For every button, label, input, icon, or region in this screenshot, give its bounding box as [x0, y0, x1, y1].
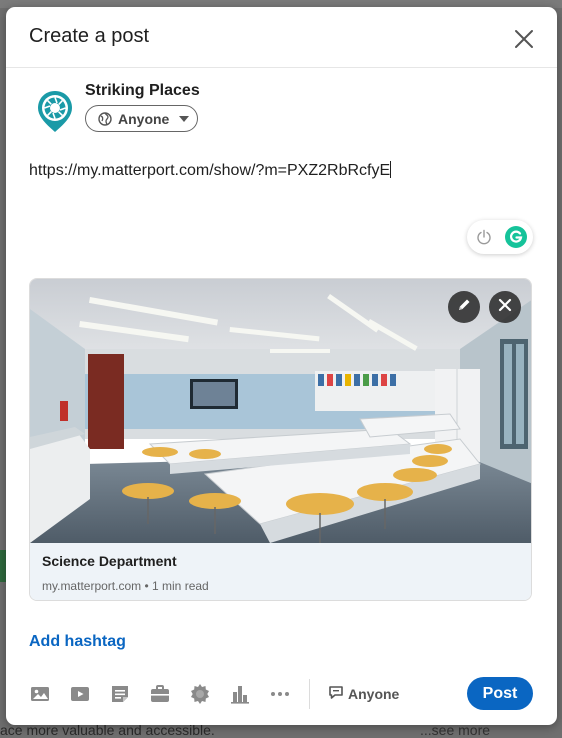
preview-source: my.matterport.com — [42, 579, 142, 593]
comment-setting-label: Anyone — [348, 685, 400, 702]
grammarly-widget[interactable] — [467, 220, 533, 254]
comment-icon — [328, 684, 344, 703]
create-post-dialog: Create a post Striking Places Anyone htt… — [6, 7, 557, 725]
edit-preview-button[interactable] — [448, 291, 480, 323]
more-icon[interactable] — [269, 683, 291, 705]
poll-icon[interactable] — [229, 683, 251, 705]
celebrate-icon[interactable] — [189, 683, 211, 705]
author-avatar — [36, 89, 74, 133]
preview-subtitle: my.matterport.com • 1 min read — [42, 579, 209, 593]
close-icon — [498, 298, 512, 317]
document-icon[interactable] — [109, 683, 131, 705]
dialog-header: Create a post — [6, 7, 557, 68]
visibility-label: Anyone — [118, 110, 170, 127]
preview-separator: • — [141, 579, 153, 593]
toolbar-divider — [309, 679, 310, 709]
link-preview-card[interactable]: Science Department my.matterport.com • 1… — [29, 278, 532, 601]
photo-icon[interactable] — [29, 683, 51, 705]
post-text-input[interactable]: https://my.matterport.com/show/?m=PXZ2Rb… — [29, 161, 392, 180]
preview-read-time: 1 min read — [152, 579, 209, 593]
caret-down-icon — [178, 115, 190, 123]
text-caret — [390, 161, 392, 178]
video-icon[interactable] — [69, 683, 91, 705]
post-button[interactable]: Post — [467, 677, 533, 710]
preview-meta: Science Department my.matterport.com • 1… — [30, 543, 531, 600]
grammarly-icon[interactable] — [505, 226, 527, 253]
job-icon[interactable] — [149, 683, 171, 705]
add-hashtag-link[interactable]: Add hashtag — [29, 633, 126, 651]
comment-setting-button[interactable]: Anyone — [328, 684, 399, 703]
preview-title: Science Department — [42, 553, 177, 569]
power-icon[interactable] — [476, 229, 492, 250]
globe-icon — [98, 111, 112, 126]
preview-image — [30, 279, 531, 543]
post-text-content: https://my.matterport.com/show/?m=PXZ2Rb… — [29, 162, 391, 179]
pencil-icon — [456, 297, 472, 318]
author-name: Striking Places — [85, 82, 200, 99]
remove-preview-button[interactable] — [489, 291, 521, 323]
close-icon[interactable] — [512, 27, 536, 51]
dialog-title: Create a post — [29, 25, 150, 47]
visibility-dropdown[interactable]: Anyone — [85, 105, 198, 132]
